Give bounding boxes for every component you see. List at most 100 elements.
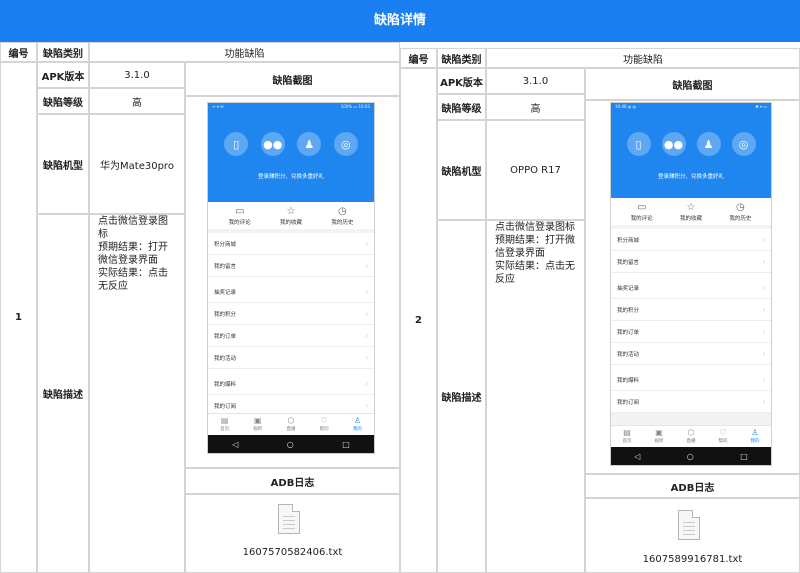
- user-icon: ♙: [353, 416, 361, 425]
- comment-icon: ▭: [234, 206, 245, 217]
- menu-item[interactable]: 我的积分 ›: [611, 299, 771, 321]
- bottom-nav-label: 直播: [686, 439, 696, 444]
- tab-label: 我的收藏: [279, 220, 302, 226]
- bottom-nav-label: 首页: [220, 427, 230, 432]
- menu-item[interactable]: 我的留言 ›: [208, 255, 374, 277]
- menu-label: 积分商城: [214, 241, 237, 248]
- apk-version-value: 3.1.0: [486, 68, 585, 94]
- model-value: OPPO R17: [486, 120, 585, 220]
- description-line: 预期结果：打开微信登录界面: [495, 235, 575, 259]
- phone-login-icon[interactable]: ▯: [626, 132, 651, 156]
- menu-item[interactable]: 积分商城 ›: [208, 233, 374, 255]
- bottom-nav-video[interactable]: ▣ 视听: [253, 416, 262, 435]
- menu-label: 我的留言: [617, 259, 640, 266]
- menu-item[interactable]: 我的留言 ›: [611, 251, 771, 273]
- wechat-login-icon[interactable]: ●●: [260, 132, 285, 156]
- menu-item[interactable]: 我的爆料 ›: [611, 369, 771, 391]
- tab-favorites[interactable]: ☆ 我的收藏: [680, 202, 702, 222]
- description-line: 预期结果：打开微信登录界面: [98, 242, 168, 266]
- file-icon[interactable]: [678, 510, 700, 540]
- tab-label: 我的评论: [228, 220, 251, 226]
- status-bar: ᯤ ▾ ✉ 100% ▭ 10:03: [208, 103, 374, 110]
- bottom-nav-live[interactable]: ⬡ 直播: [286, 416, 295, 435]
- clock-icon: ◷: [735, 202, 745, 213]
- status-bar: 16:46 ◍ ◍ ✱ ▾ ▭: [611, 103, 771, 110]
- bottom-nav-mine[interactable]: ♙ 我的: [751, 428, 760, 447]
- tab-comments[interactable]: ▭ 我的评论: [631, 202, 653, 222]
- tab-history[interactable]: ◷ 我的历史: [729, 202, 751, 222]
- number-value: 2: [400, 68, 437, 573]
- menu-label: 我的活动: [214, 355, 237, 362]
- qq-login-icon[interactable]: ♟: [297, 132, 322, 156]
- log-file-link[interactable]: 1607570582406.txt: [185, 547, 400, 558]
- menu-item[interactable]: 抽奖记录 ›: [611, 277, 771, 299]
- description-line: 点击微信登录图标: [495, 222, 575, 233]
- menu-item[interactable]: 我的订阅 ›: [611, 391, 771, 413]
- defect-panel-2: 编号 缺陷类别 功能缺陷 2 APK版本 3.1.0 缺陷等级 高 缺陷机型 O…: [400, 42, 800, 573]
- bottom-nav-help[interactable]: ♡ 帮问: [719, 428, 728, 447]
- menu-label: 我的爆料: [214, 381, 237, 388]
- menu-item[interactable]: 我的订单 ›: [611, 321, 771, 343]
- heart-icon: ♡: [719, 428, 727, 437]
- qq-login-icon[interactable]: ♟: [696, 132, 721, 156]
- chevron-right-icon: ›: [365, 261, 368, 270]
- level-label: 缺陷等级: [437, 94, 486, 120]
- menu-item[interactable]: 我的爆料 ›: [208, 373, 374, 395]
- level-label: 缺陷等级: [37, 88, 89, 114]
- chevron-right-icon: ›: [762, 349, 765, 358]
- bottom-nav-help[interactable]: ♡ 帮问: [320, 416, 329, 435]
- home-button-icon[interactable]: ○: [287, 440, 294, 449]
- weibo-login-icon[interactable]: ◎: [333, 132, 358, 156]
- back-icon[interactable]: ◁: [634, 452, 640, 461]
- bottom-nav-label: 视听: [654, 439, 664, 444]
- menu-item[interactable]: 我的活动 ›: [208, 347, 374, 369]
- back-icon[interactable]: ◁: [232, 440, 238, 449]
- number-header: 编号: [400, 48, 437, 68]
- home-button-icon[interactable]: ○: [687, 452, 694, 461]
- tab-history[interactable]: ◷ 我的历史: [331, 206, 353, 226]
- menu-item[interactable]: 我的订单 ›: [208, 325, 374, 347]
- file-icon[interactable]: [278, 504, 300, 534]
- menu-item[interactable]: 积分商城 ›: [611, 229, 771, 251]
- chevron-right-icon: ›: [762, 397, 765, 406]
- recents-icon[interactable]: □: [740, 452, 748, 461]
- android-nav-bar: ◁ ○ □: [208, 435, 374, 453]
- menu-item[interactable]: 抽奖记录 ›: [208, 281, 374, 303]
- model-label: 缺陷机型: [437, 120, 486, 220]
- tab-label: 我的历史: [331, 220, 354, 226]
- chevron-right-icon: ›: [762, 283, 765, 292]
- menu-item[interactable]: 我的积分 ›: [208, 303, 374, 325]
- comment-icon: ▭: [636, 202, 647, 213]
- bottom-nav-live[interactable]: ⬡ 直播: [687, 428, 696, 447]
- recents-icon[interactable]: □: [342, 440, 350, 449]
- bottom-nav-video[interactable]: ▣ 视听: [655, 428, 664, 447]
- chevron-right-icon: ›: [762, 257, 765, 266]
- bottom-nav-home[interactable]: ▤ 首页: [220, 416, 229, 435]
- bottom-nav-label: 帮问: [319, 427, 329, 432]
- bottom-nav-label: 帮问: [718, 439, 728, 444]
- description-line: 实际结果：点击无反应: [98, 268, 168, 292]
- clock-icon: ◷: [337, 206, 347, 217]
- tab-comments[interactable]: ▭ 我的评论: [229, 206, 251, 226]
- menu-label: 我的积分: [617, 307, 640, 314]
- bottom-nav-label: 直播: [286, 427, 296, 432]
- bottom-nav: ▤ 首页 ▣ 视听 ⬡ 直播 ♡ 帮问 ♙ 我的: [611, 425, 771, 447]
- bottom-nav-mine[interactable]: ♙ 我的: [353, 416, 362, 435]
- description-value: 点击微信登录图标 预期结果：打开微信登录界面 实际结果：点击无反应: [486, 220, 585, 573]
- menu-list: 积分商城 › 我的留言 › 抽奖记录 › 我的积分 › 我的订单 › 我的活动 › 我的爆料…: [208, 233, 374, 417]
- number-header: 编号: [0, 42, 37, 62]
- status-left: 16:46 ◍ ◍: [615, 104, 637, 109]
- bottom-nav-home[interactable]: ▤ 首页: [623, 428, 632, 447]
- wechat-login-icon[interactable]: ●●: [661, 132, 686, 156]
- description-line: 实际结果：点击无反应: [495, 261, 575, 285]
- model-value: 华为Mate30pro: [89, 114, 185, 214]
- tab-favorites[interactable]: ☆ 我的收藏: [280, 206, 302, 226]
- weibo-login-icon[interactable]: ◎: [731, 132, 756, 156]
- menu-label: 我的订阅: [617, 399, 640, 406]
- menu-label: 抽奖记录: [214, 289, 237, 296]
- log-file-link[interactable]: 1607589916781.txt: [585, 554, 800, 565]
- tv-icon: ▣: [655, 428, 663, 437]
- phone-login-icon[interactable]: ▯: [224, 132, 249, 156]
- level-value: 高: [486, 94, 585, 120]
- menu-item[interactable]: 我的活动 ›: [611, 343, 771, 365]
